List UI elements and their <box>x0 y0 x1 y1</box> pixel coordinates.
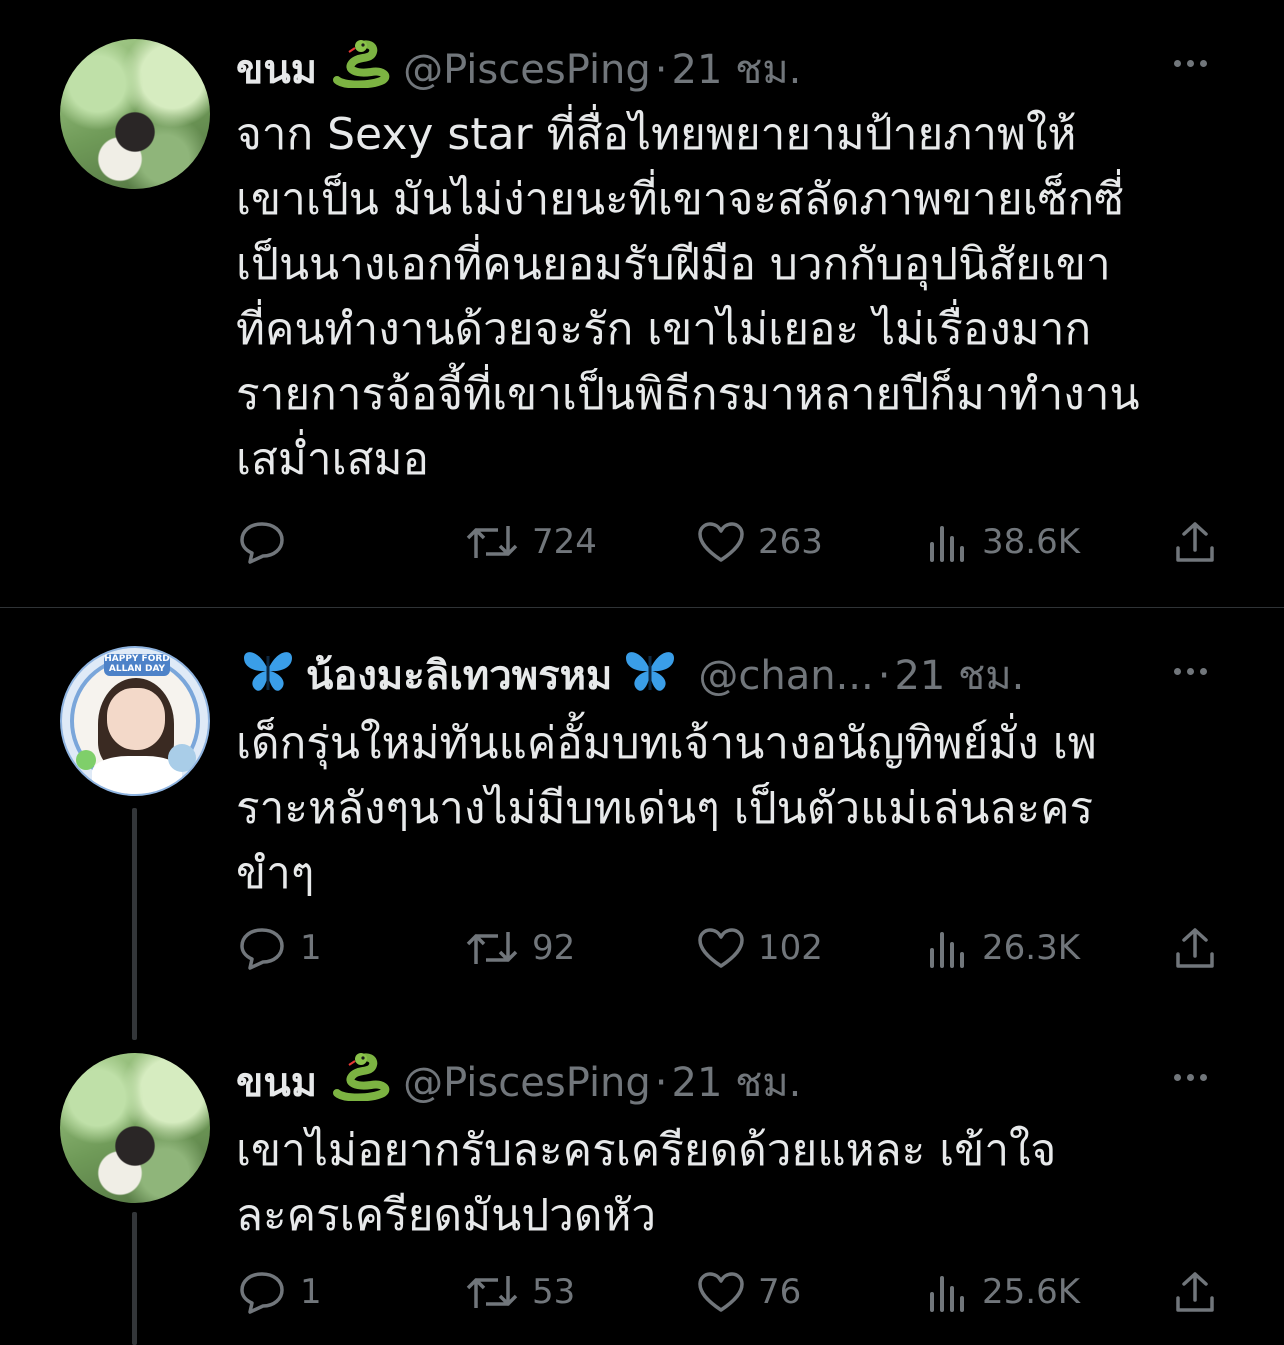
separator-dot: · <box>654 1059 668 1106</box>
retweet-button[interactable]: 92 <box>464 924 575 972</box>
like-button[interactable]: 263 <box>696 518 823 566</box>
avatar[interactable] <box>60 39 210 189</box>
reply-icon <box>240 1272 284 1314</box>
tweet-text-line: รายการจ้อจี้ที่เขาเป็นพิธีกรมาหลายปีก็มา… <box>236 369 1140 420</box>
timestamp[interactable]: 21 ชม. <box>672 46 802 94</box>
heart-icon <box>698 1272 744 1312</box>
share-button[interactable] <box>1172 1268 1218 1316</box>
tweet-header: น้องมะลิเทวพรหม @chan... · 21 ชม. <box>236 646 1024 705</box>
share-icon <box>1176 1272 1214 1312</box>
tweet-header: ขนม @PiscesPing · 21 ชม. <box>236 1053 801 1112</box>
retweet-button[interactable]: 724 <box>464 518 597 566</box>
more-options-icon[interactable] <box>1174 60 1207 67</box>
separator-dot: · <box>877 652 891 699</box>
views-button[interactable]: 38.6K <box>926 518 1080 566</box>
like-count: 263 <box>758 522 823 562</box>
display-name[interactable]: ขนม <box>236 1059 317 1107</box>
tweet-2[interactable]: HAPPY FORD ALLAN DAY น้องมะลิเทวพรหม @ch… <box>0 608 1284 1038</box>
share-button[interactable] <box>1172 518 1218 566</box>
reply-icon <box>240 522 284 564</box>
heart-icon <box>698 522 744 562</box>
views-count: 25.6K <box>982 1272 1080 1312</box>
reply-button[interactable]: 1 <box>236 1268 322 1316</box>
reply-button[interactable] <box>236 518 300 566</box>
timestamp[interactable]: 21 ชม. <box>672 1059 802 1107</box>
like-button[interactable]: 102 <box>696 924 823 972</box>
handle[interactable]: @chan... <box>698 652 873 700</box>
reply-icon <box>240 928 284 970</box>
reply-count: 1 <box>300 1272 322 1312</box>
like-count: 76 <box>758 1272 802 1312</box>
tweet-text-line: เขาเป็น มันไม่ง่ายนะที่เขาจะสลัดภาพขายเซ… <box>236 174 1125 225</box>
share-icon <box>1176 928 1214 968</box>
display-name[interactable]: ขนม <box>236 46 317 94</box>
display-name[interactable]: น้องมะลิเทวพรหม <box>306 652 612 700</box>
tweet-text-line: เสม่ำเสมอ <box>236 434 429 485</box>
action-bar: 724 263 38.6K <box>236 518 1226 570</box>
more-options-icon[interactable] <box>1174 668 1207 675</box>
tweet-text-line: ขำๆ <box>236 848 315 899</box>
views-count: 38.6K <box>982 522 1080 562</box>
reply-button[interactable]: 1 <box>236 924 322 972</box>
like-button[interactable]: 76 <box>696 1268 801 1316</box>
views-button[interactable]: 25.6K <box>926 1268 1080 1316</box>
tweet-1[interactable]: ขนม @PiscesPing · 21 ชม. จาก Sexy star ท… <box>0 0 1284 608</box>
avatar[interactable]: HAPPY FORD ALLAN DAY <box>60 646 210 796</box>
tweet-text-line: เขาไม่อยากรับละครเครียดด้วยแหละ เข้าใจ <box>236 1125 1057 1176</box>
separator-dot: · <box>654 46 668 93</box>
avatar-banner: HAPPY FORD ALLAN DAY <box>104 654 170 676</box>
retweet-icon <box>466 932 518 964</box>
reply-count: 1 <box>300 928 322 968</box>
snake-emoji-icon <box>331 1053 393 1112</box>
views-icon <box>930 932 964 968</box>
action-bar: 1 92 102 26.3K <box>236 924 1226 976</box>
tweet-text: เขาไม่อยากรับละครเครียดด้วยแหละ เข้าใจ ล… <box>236 1118 1236 1248</box>
handle[interactable]: @PiscesPing <box>403 46 651 94</box>
action-bar: 1 53 76 25.6K <box>236 1268 1226 1320</box>
share-button[interactable] <box>1172 924 1218 972</box>
retweet-count: 724 <box>532 522 597 562</box>
heart-icon <box>698 928 744 968</box>
tweet-text-line: ที่คนทำงานด้วยจะรัก เขาไม่เยอะ ไม่เรื่อง… <box>236 304 1092 355</box>
retweet-icon <box>466 1276 518 1308</box>
views-button[interactable]: 26.3K <box>926 924 1080 972</box>
more-options-icon[interactable] <box>1174 1074 1207 1081</box>
tweet-text-line: ราะหลังๆนางไม่มีบทเด่นๆ เป็นตัวแม่เล่นละ… <box>236 783 1094 834</box>
retweet-count: 92 <box>532 928 576 968</box>
views-icon <box>930 526 964 562</box>
tweet-text: เด็กรุ่นใหม่ทันแค่อั้มบทเจ้านางอนัญทิพย์… <box>236 711 1236 906</box>
snake-emoji-icon <box>331 40 393 99</box>
tweet-text-line: จาก Sexy star ที่สื่อไทยพยายามป้ายภาพให้ <box>236 109 1077 160</box>
avatar[interactable] <box>60 1053 210 1203</box>
tweet-text-line: ละครเครียดมันปวดหัว <box>236 1190 657 1241</box>
retweet-button[interactable]: 53 <box>464 1268 575 1316</box>
butterfly-icon <box>622 646 678 705</box>
retweet-count: 53 <box>532 1272 576 1312</box>
tweet-text-line: เป็นนางเอกที่คนยอมรับฝีมือ บวกกับอุปนิสั… <box>236 239 1111 290</box>
share-icon <box>1176 522 1214 562</box>
views-icon <box>930 1276 964 1312</box>
like-count: 102 <box>758 928 823 968</box>
retweet-icon <box>466 526 518 558</box>
tweet-text-line: เด็กรุ่นใหม่ทันแค่อั้มบทเจ้านางอนัญทิพย์… <box>236 718 1097 769</box>
tweet-header: ขนม @PiscesPing · 21 ชม. <box>236 40 801 99</box>
butterfly-icon <box>240 646 296 705</box>
timestamp[interactable]: 21 ชม. <box>894 652 1024 700</box>
views-count: 26.3K <box>982 928 1080 968</box>
handle[interactable]: @PiscesPing <box>403 1059 651 1107</box>
tweet-3[interactable]: ขนม @PiscesPing · 21 ชม. เขาไม่อยากรับละ… <box>0 1038 1284 1345</box>
tweet-text: จาก Sexy star ที่สื่อไทยพยายามป้ายภาพให้… <box>236 102 1236 492</box>
